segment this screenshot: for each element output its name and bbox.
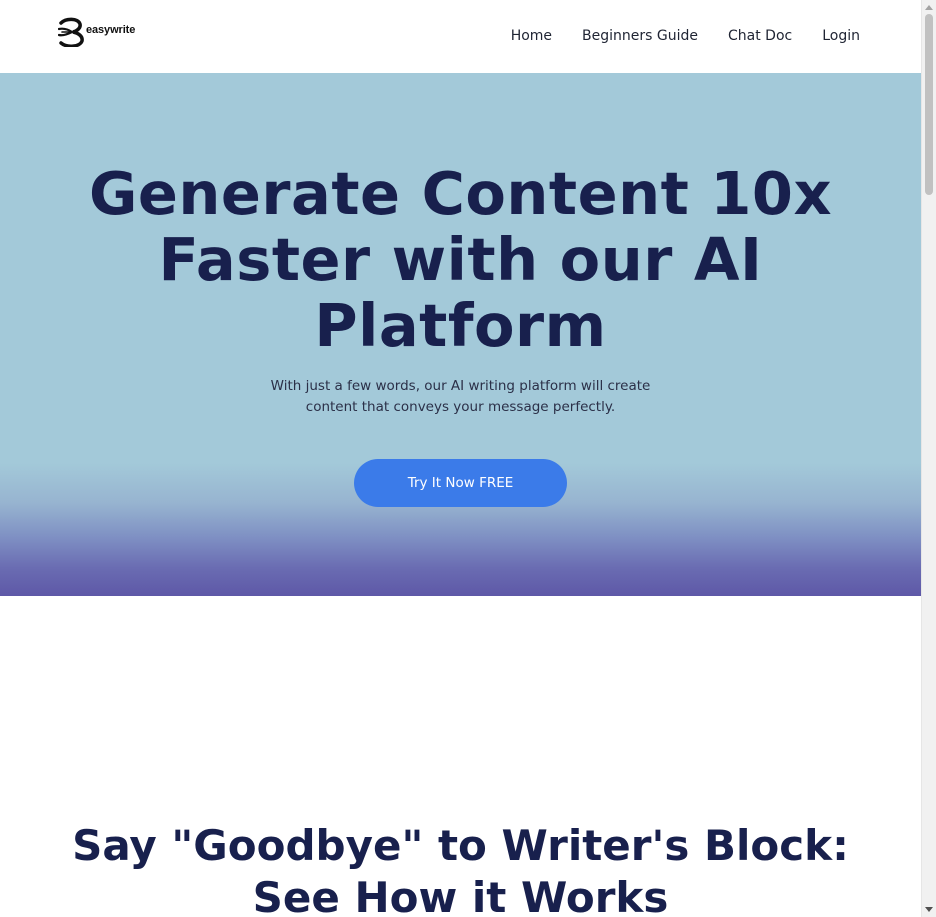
- nav-link-home[interactable]: Home: [511, 26, 552, 46]
- page-scrollbar[interactable]: [921, 0, 936, 917]
- hero-section: Generate Content 10x Faster with our AI …: [0, 73, 921, 596]
- try-it-now-button[interactable]: Try It Now FREE: [354, 459, 567, 507]
- hero-subtitle: With just a few words, our AI writing pl…: [270, 378, 651, 415]
- hero-title: Generate Content 10x Faster with our AI …: [88, 159, 833, 360]
- scroll-up-arrow-icon[interactable]: [925, 5, 933, 10]
- nav-link-login[interactable]: Login: [822, 26, 860, 46]
- brand-logo[interactable]: easywrite: [58, 17, 135, 47]
- scrollbar-thumb[interactable]: [925, 14, 933, 195]
- top-navbar: easywrite Home Beginners Guide Chat Doc …: [0, 0, 921, 73]
- scroll-down-arrow-icon[interactable]: [925, 907, 933, 912]
- nav-link-beginners-guide[interactable]: Beginners Guide: [582, 26, 698, 46]
- nav-link-chat-doc[interactable]: Chat Doc: [728, 26, 792, 46]
- brand-name: easywrite: [86, 24, 136, 36]
- how-it-works-title: Say "Goodbye" to Writer's Block: See How…: [72, 821, 849, 917]
- main-nav: Home Beginners Guide Chat Doc Login: [511, 26, 860, 46]
- page: easywrite Home Beginners Guide Chat Doc …: [0, 0, 921, 917]
- easywrite-logo-icon: [58, 17, 84, 47]
